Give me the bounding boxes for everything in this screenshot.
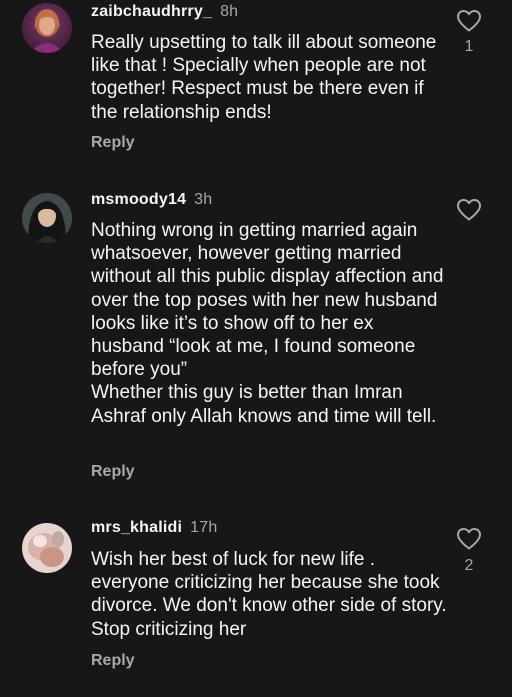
- avatar[interactable]: [22, 3, 72, 53]
- avatar[interactable]: [22, 193, 72, 243]
- comment-timestamp: 3h: [194, 191, 213, 208]
- comment-header: msmoody14 3h: [91, 191, 212, 209]
- comment-header: mrs_khalidi 17h: [91, 519, 217, 537]
- comment-text: Really upsetting to talk ill about someo…: [91, 32, 437, 123]
- heart-icon[interactable]: [456, 198, 482, 222]
- comment-timestamp: 17h: [190, 519, 218, 536]
- username-link[interactable]: mrs_khalidi: [91, 519, 182, 536]
- comment-text: Nothing wrong in getting married again w…: [91, 220, 444, 427]
- reply-button[interactable]: Reply: [91, 134, 135, 152]
- comment-timestamp: 8h: [220, 3, 239, 20]
- heart-icon[interactable]: [456, 527, 482, 551]
- heart-icon[interactable]: [456, 9, 482, 33]
- avatar[interactable]: [22, 523, 72, 573]
- likes-count: 2: [464, 557, 474, 574]
- reply-button[interactable]: Reply: [91, 463, 135, 481]
- reply-button[interactable]: Reply: [91, 652, 135, 670]
- username-link[interactable]: msmoody14: [91, 191, 186, 208]
- likes-count: 1: [464, 38, 474, 55]
- comment-header: zaibchaudhrry_ 8h: [91, 3, 238, 21]
- comment-text: Wish her best of luck for new life . eve…: [91, 549, 447, 640]
- username-link[interactable]: zaibchaudhrry_: [91, 3, 212, 20]
